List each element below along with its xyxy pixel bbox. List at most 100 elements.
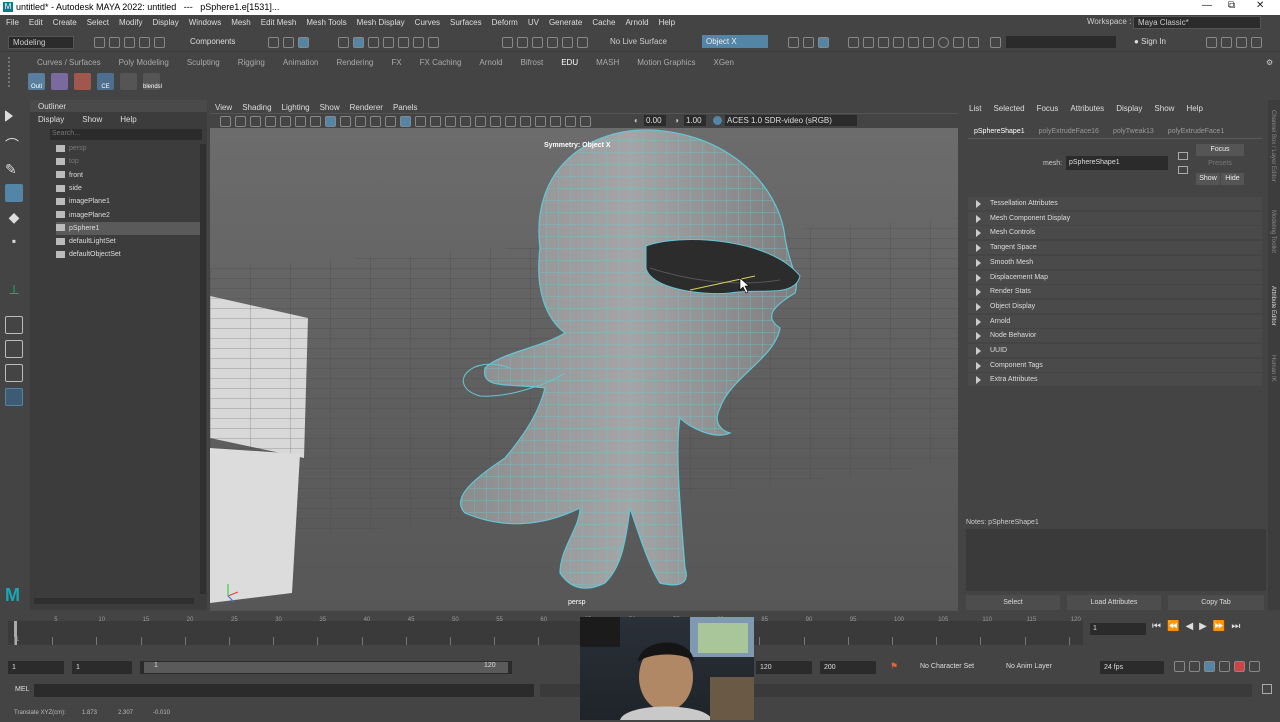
new-scene-icon[interactable] <box>94 37 105 48</box>
render-settings-icon[interactable] <box>577 37 588 48</box>
construction-history-icon[interactable] <box>502 37 513 48</box>
side-tab-channel-box[interactable]: Channel Box / Layer Editor <box>1270 110 1276 182</box>
range-handle[interactable] <box>144 662 508 673</box>
presets-button[interactable]: Presets <box>1196 158 1244 170</box>
menu-mesh-display[interactable]: Mesh Display <box>357 18 405 27</box>
outliner-item[interactable]: front <box>56 169 206 182</box>
color-management-icon[interactable] <box>713 116 722 125</box>
shelf-tab-arnold[interactable]: Arnold <box>479 58 502 67</box>
sound-icon[interactable] <box>1189 661 1200 672</box>
menu-arnold[interactable]: Arnold <box>625 18 648 27</box>
last-tool-icon[interactable]: ⟂ <box>5 280 23 298</box>
motion-blur-icon[interactable] <box>475 116 486 127</box>
layout-four-icon[interactable] <box>803 37 814 48</box>
snap-curve-icon[interactable] <box>353 37 364 48</box>
viewport-menu-shading[interactable]: Shading <box>242 103 271 112</box>
outliner-item[interactable]: imagePlane1 <box>56 195 206 208</box>
image-plane-icon[interactable] <box>265 116 276 127</box>
light-editor-icon[interactable] <box>923 37 934 48</box>
shelf-tab-fx-caching[interactable]: FX Caching <box>420 58 462 67</box>
select-button[interactable]: Select <box>966 595 1060 610</box>
shelf-tab-sculpting[interactable]: Sculpting <box>187 58 220 67</box>
layout-single-icon[interactable] <box>788 37 799 48</box>
viewport-3d[interactable]: Symmetry: Object X persp <box>210 128 958 610</box>
xray-icon[interactable] <box>535 116 546 127</box>
ae-section-tessellation-attributes[interactable]: Tessellation Attributes <box>968 197 1262 210</box>
shelf-tab-rigging[interactable]: Rigging <box>238 58 265 67</box>
render-icon[interactable] <box>547 37 558 48</box>
field-chart-icon[interactable] <box>340 116 351 127</box>
menu-file[interactable]: File <box>6 18 19 27</box>
render-setup-icon[interactable] <box>908 37 919 48</box>
ae-menu-list[interactable]: List <box>969 104 981 113</box>
single-perspective-layout-icon[interactable] <box>5 316 23 334</box>
ae-section-displacement-map[interactable]: Displacement Map <box>968 270 1262 284</box>
persp-outliner-layout-icon[interactable] <box>5 364 23 382</box>
rotate-tool-icon[interactable]: ◆ <box>5 208 23 226</box>
step-forward-icon[interactable]: ⏩ <box>1213 621 1225 632</box>
outliner-item[interactable]: defaultObjectSet <box>56 248 206 261</box>
ae-menu-help[interactable]: Help <box>1186 104 1202 113</box>
workspace-dropdown[interactable]: Maya Classic* <box>1133 16 1261 29</box>
ae-tab-3[interactable]: polyExtrudeFace1 <box>1168 128 1224 135</box>
ae-section-arnold[interactable]: Arnold <box>968 314 1262 328</box>
viewport-menu-view[interactable]: View <box>215 103 232 112</box>
scene-start-field[interactable]: 1 <box>8 661 64 674</box>
script-editor-icon[interactable] <box>1262 684 1272 694</box>
depth-of-field-icon[interactable] <box>505 116 516 127</box>
load-attributes-button[interactable]: Load Attributes <box>1067 595 1161 610</box>
shelf-tab-poly-modeling[interactable]: Poly Modeling <box>119 58 169 67</box>
sign-in-link[interactable]: ● Sign In <box>1134 37 1166 46</box>
safe-title-icon[interactable] <box>370 116 381 127</box>
shelf-tab-rendering[interactable]: Rendering <box>336 58 373 67</box>
ipr-render-icon[interactable] <box>878 37 889 48</box>
evaluation-icon[interactable] <box>1219 661 1230 672</box>
ae-tab-1[interactable]: polyExtrudeFace16 <box>1039 128 1099 135</box>
ae-menu-selected[interactable]: Selected <box>993 104 1024 113</box>
ae-section-render-stats[interactable]: Render Stats <box>968 285 1262 299</box>
ae-section-extra-attributes[interactable]: Extra Attributes <box>968 373 1262 387</box>
object-mode-icon[interactable] <box>283 37 294 48</box>
go-to-end-icon[interactable]: ⏭ <box>1231 621 1240 632</box>
auto-key-icon[interactable]: ⚑ <box>890 661 898 672</box>
range-bar[interactable]: 1 120 <box>140 661 512 674</box>
loop-icon[interactable] <box>1174 661 1185 672</box>
gamma-icon[interactable]: ◑ <box>674 116 679 125</box>
lasso-tool-icon[interactable]: ⌒ <box>5 136 23 154</box>
modeling-toolkit-icon[interactable] <box>1206 37 1217 48</box>
colorspace-dropdown[interactable]: ACES 1.0 SDR-video (sRGB) <box>725 115 857 126</box>
bookmark-icon[interactable] <box>250 116 261 127</box>
menu-surfaces[interactable]: Surfaces <box>450 18 482 27</box>
outliner-item[interactable]: side <box>56 182 206 195</box>
close-button[interactable]: ✕ <box>1256 0 1264 11</box>
menu-edit-mesh[interactable]: Edit Mesh <box>261 18 297 27</box>
lights-icon[interactable] <box>430 116 441 127</box>
pause-icon[interactable] <box>968 37 979 48</box>
mesh-name-field[interactable]: pSphereShape1 <box>1066 156 1168 170</box>
go-to-input-icon[interactable] <box>1178 152 1188 160</box>
component-mode-icon[interactable] <box>298 37 309 48</box>
outliner-item[interactable]: imagePlane2 <box>56 209 206 222</box>
copy-tab-button[interactable]: Copy Tab <box>1168 595 1264 610</box>
shelf-icon-4[interactable] <box>120 72 137 90</box>
arnold-render-icon[interactable] <box>938 37 949 48</box>
menu-help[interactable]: Help <box>659 18 675 27</box>
open-scene-icon[interactable] <box>109 37 120 48</box>
menu-cache[interactable]: Cache <box>592 18 615 27</box>
side-tab-attribute-editor[interactable]: Attribute Editor <box>1270 286 1276 326</box>
outliner-search-field[interactable]: Search... <box>50 129 202 140</box>
gamma-field[interactable]: 0.00 <box>644 115 666 126</box>
shelf-tab-xgen[interactable]: XGen <box>713 58 733 67</box>
side-tab-human-ik[interactable]: Human IK <box>1270 355 1276 382</box>
menu-curves[interactable]: Curves <box>415 18 440 27</box>
play-icon[interactable]: ▶ <box>1199 621 1207 632</box>
maximize-button[interactable]: ⧉ <box>1228 0 1235 11</box>
show-button[interactable]: Show <box>1196 173 1220 185</box>
ae-menu-show[interactable]: Show <box>1154 104 1174 113</box>
layout-toggle-icon[interactable] <box>818 37 829 48</box>
ae-menu-focus[interactable]: Focus <box>1037 104 1059 113</box>
ae-section-object-display[interactable]: Object Display <box>968 299 1262 313</box>
ipr-icon[interactable] <box>562 37 573 48</box>
ae-section-mesh-component-display[interactable]: Mesh Component Display <box>968 211 1262 225</box>
menu-display[interactable]: Display <box>153 18 179 27</box>
